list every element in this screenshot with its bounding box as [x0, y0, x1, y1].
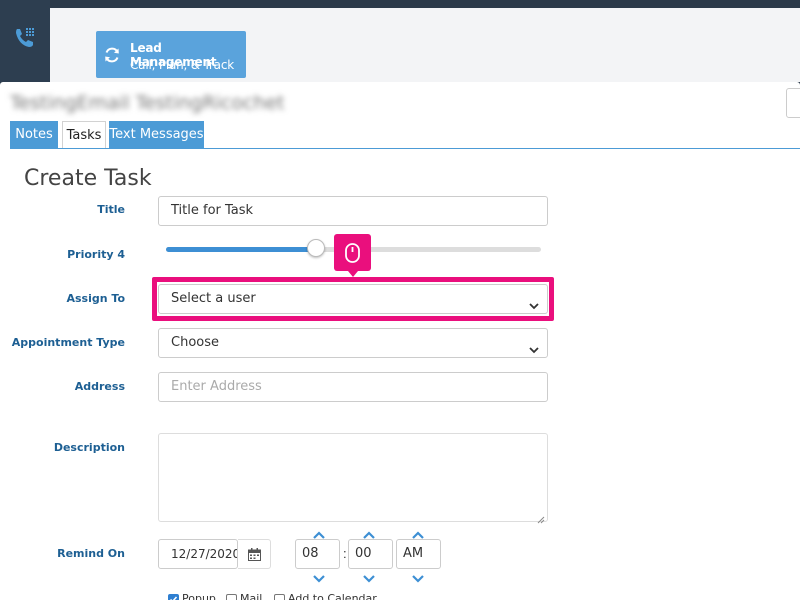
lead-card-subtitle: Call, Plan, & Track	[130, 58, 234, 72]
phone-dialpad-icon[interactable]	[13, 26, 37, 50]
tab-notes[interactable]: Notes	[10, 121, 58, 149]
sidebar	[0, 0, 50, 82]
chevron-down-icon	[529, 294, 539, 310]
assign-to-value: Select a user	[171, 291, 256, 306]
appointment-type-value: Choose	[171, 335, 219, 350]
tab-underline	[10, 148, 800, 149]
time-separator: :	[343, 546, 347, 561]
hour-input[interactable]: 08	[295, 539, 340, 569]
ampm-input[interactable]: AM	[396, 539, 441, 569]
resize-grip-icon[interactable]	[537, 511, 545, 524]
popup-checkbox[interactable]	[168, 594, 179, 600]
priority-slider-fill	[166, 247, 316, 252]
add-to-calendar-label: Add to Calendar	[288, 592, 377, 600]
description-textarea[interactable]	[158, 433, 548, 524]
description-label: Description	[53, 441, 125, 454]
title-input[interactable]: Title for Task	[158, 196, 548, 226]
priority-label: Priority 4	[67, 248, 125, 261]
appointment-type-label: Appointment Type	[11, 336, 125, 349]
chevron-down-icon	[529, 338, 539, 354]
lead-management-card[interactable]: Lead Management Call, Plan, & Track	[96, 31, 246, 78]
tab-tasks[interactable]: Tasks	[62, 121, 106, 149]
ampm-down-icon[interactable]	[411, 571, 425, 583]
assign-to-select[interactable]: Select a user	[158, 284, 548, 314]
mail-checkbox[interactable]	[226, 594, 237, 600]
remind-on-label: Remind On	[57, 547, 125, 560]
hour-down-icon[interactable]	[312, 571, 326, 583]
address-input[interactable]: Enter Address	[158, 372, 548, 402]
assign-to-label: Assign To	[66, 292, 125, 305]
modal-corner-button[interactable]	[786, 88, 800, 118]
add-to-calendar-checkbox[interactable]	[274, 594, 285, 600]
priority-slider-thumb[interactable]	[307, 239, 325, 257]
ampm-up-icon[interactable]	[411, 527, 425, 539]
title-label: Title	[97, 203, 125, 216]
hour-up-icon[interactable]	[312, 527, 326, 539]
mail-label: Mail	[240, 592, 263, 600]
remind-date-input[interactable]: 12/27/2020	[158, 539, 238, 569]
top-bar	[0, 0, 800, 8]
tab-text-messages[interactable]: Text Messages	[109, 121, 204, 149]
address-label: Address	[74, 380, 125, 393]
calendar-button[interactable]	[238, 539, 271, 569]
mouse-icon	[345, 243, 360, 263]
refresh-icon	[103, 46, 121, 64]
contact-name: TestingEmail TestingRicochet	[10, 92, 285, 114]
minute-up-icon[interactable]	[362, 527, 376, 539]
task-modal: TestingEmail TestingRicochet Notes Tasks…	[0, 82, 800, 600]
click-marker	[334, 234, 371, 277]
popup-label: Popup	[182, 592, 216, 600]
page-title: Create Task	[24, 166, 152, 191]
minute-input[interactable]: 00	[348, 539, 393, 569]
appointment-type-select[interactable]: Choose	[158, 328, 548, 358]
minute-down-icon[interactable]	[362, 571, 376, 583]
